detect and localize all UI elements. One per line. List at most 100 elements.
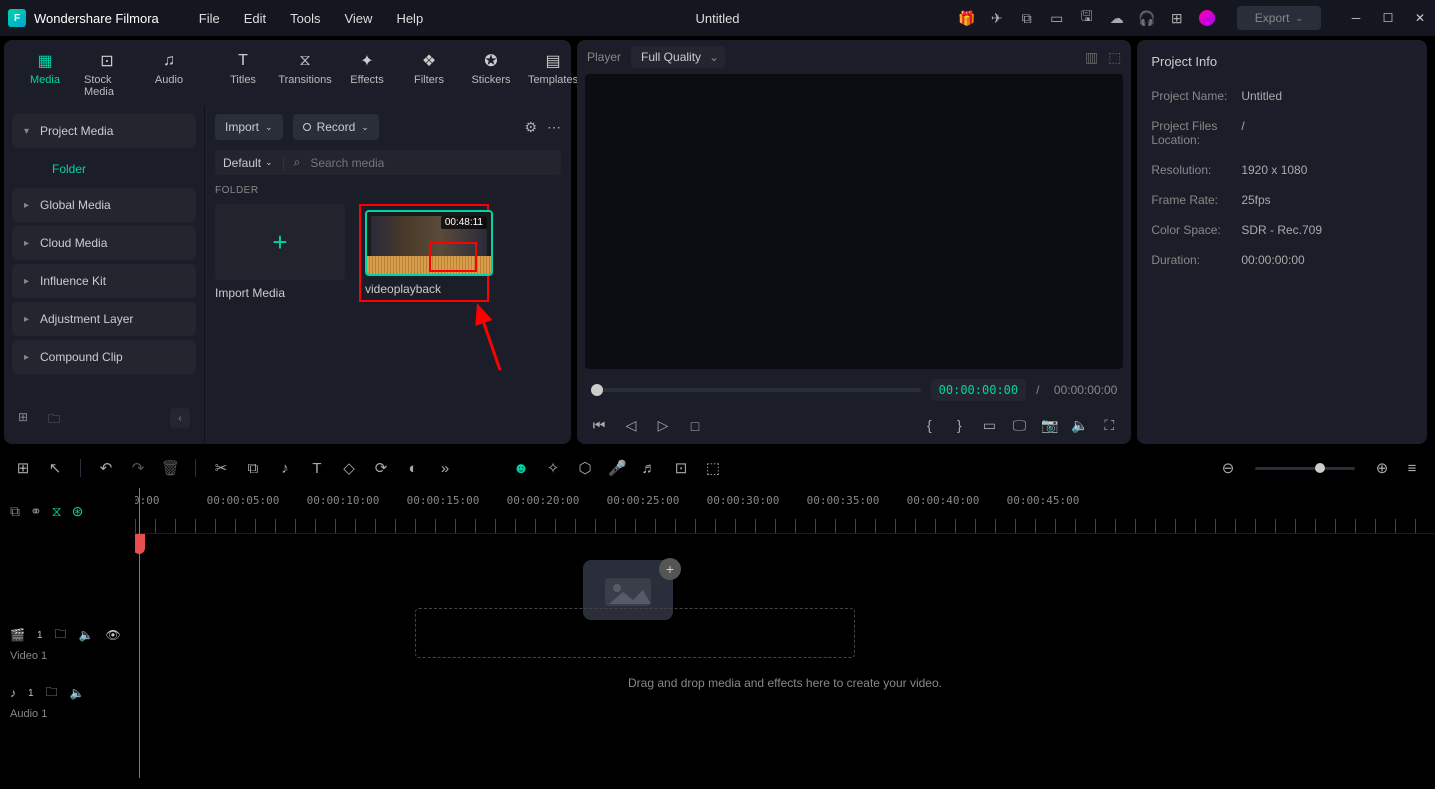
picture-icon[interactable]: ⊡ bbox=[672, 459, 690, 477]
photo-icon[interactable]: ⬚ bbox=[1108, 49, 1121, 66]
sidebar-global-media[interactable]: ▸Global Media bbox=[12, 188, 196, 222]
folder-icon[interactable]: 🗀 bbox=[46, 683, 58, 704]
sidebar-adjustment-layer[interactable]: ▸Adjustment Layer bbox=[12, 302, 196, 336]
sidebar-influence-kit[interactable]: ▸Influence Kit bbox=[12, 264, 196, 298]
ratio-icon[interactable]: ▭ bbox=[981, 417, 997, 434]
marker-icon[interactable]: ⊛ bbox=[72, 503, 84, 520]
tab-stock[interactable]: ⊡Stock Media bbox=[80, 50, 134, 100]
gift-icon[interactable]: 🎁 bbox=[959, 10, 975, 26]
import-dropdown[interactable]: Import⌄ bbox=[215, 114, 283, 140]
layout-icon[interactable]: ⊞ bbox=[14, 459, 32, 477]
minimize-button[interactable]: ─ bbox=[1349, 11, 1363, 25]
tab-titles[interactable]: TTitles bbox=[216, 50, 270, 100]
tab-stickers[interactable]: ✪Stickers bbox=[464, 50, 518, 100]
caption-icon[interactable]: ⬚ bbox=[704, 459, 722, 477]
close-button[interactable]: ✕ bbox=[1413, 11, 1427, 25]
sidebar-project-media[interactable]: ▾Project Media bbox=[12, 114, 196, 148]
timeline-ruler[interactable]: 00:0000:00:05:0000:00:10:0000:00:15:0000… bbox=[135, 488, 1435, 534]
new-folder-icon[interactable]: ⊞ bbox=[18, 410, 34, 426]
tab-filters[interactable]: ❖Filters bbox=[402, 50, 456, 100]
sidebar-compound-clip[interactable]: ▸Compound Clip bbox=[12, 340, 196, 374]
delete-icon[interactable]: 🗑 bbox=[161, 459, 179, 477]
fullscreen-icon[interactable]: ⛶ bbox=[1101, 417, 1117, 434]
menu-help[interactable]: Help bbox=[396, 11, 423, 26]
undo-icon[interactable]: ↶ bbox=[97, 459, 115, 477]
timeline-body[interactable]: 00:0000:00:05:0000:00:10:0000:00:15:0000… bbox=[135, 488, 1435, 778]
tab-audio[interactable]: ♫Audio bbox=[142, 50, 196, 100]
step-back-icon[interactable]: ◁ bbox=[623, 417, 639, 434]
redo-icon[interactable]: ↷ bbox=[129, 459, 147, 477]
zoom-handle[interactable] bbox=[1315, 463, 1325, 473]
save-icon[interactable]: 🖫 bbox=[1079, 10, 1095, 26]
export-button[interactable]: Export⌄ bbox=[1237, 6, 1321, 30]
play-icon[interactable]: ▷ bbox=[655, 417, 671, 434]
zoom-in-icon[interactable]: ⊕ bbox=[1373, 459, 1391, 477]
video-track-header[interactable]: 🎬1 🗀 🔈 👁 Video 1 bbox=[0, 614, 135, 672]
sidebar-cloud-media[interactable]: ▸Cloud Media bbox=[12, 226, 196, 260]
audio-track-header[interactable]: ♪1 🗀 🔈 Audio 1 bbox=[0, 672, 135, 730]
headphone-icon[interactable]: 🎧 bbox=[1139, 10, 1155, 26]
more-icon[interactable]: ⋯ bbox=[547, 119, 561, 136]
sort-dropdown[interactable]: Default⌄ bbox=[223, 156, 284, 170]
compare-icon[interactable]: ▥ bbox=[1085, 49, 1098, 66]
mark-in-icon[interactable]: { bbox=[921, 417, 937, 434]
shield-icon[interactable]: ⬡ bbox=[576, 459, 594, 477]
drop-zone[interactable] bbox=[415, 608, 855, 658]
mic-icon[interactable]: 🎤 bbox=[608, 459, 626, 477]
zoom-out-icon[interactable]: ⊖ bbox=[1219, 459, 1237, 477]
track-options-icon[interactable]: ≡ bbox=[1403, 460, 1421, 477]
search-input[interactable] bbox=[310, 156, 553, 170]
import-media-card[interactable]: + bbox=[215, 204, 345, 280]
color-icon[interactable]: ◐ bbox=[404, 460, 422, 477]
enhance-icon[interactable]: ✧ bbox=[544, 459, 562, 477]
mute-icon[interactable]: 🔈 bbox=[79, 628, 94, 642]
playhead[interactable] bbox=[139, 488, 140, 778]
speed-icon[interactable]: ⟳ bbox=[372, 459, 390, 477]
ai-icon[interactable]: ☻ bbox=[512, 460, 530, 477]
zoom-slider[interactable] bbox=[1255, 467, 1355, 470]
volume-icon[interactable]: 🔈 bbox=[1071, 417, 1087, 434]
maximize-button[interactable]: ☐ bbox=[1381, 11, 1395, 25]
sidebar-folder[interactable]: Folder bbox=[12, 152, 196, 186]
menu-file[interactable]: File bbox=[199, 11, 220, 26]
tab-effects[interactable]: ✦Effects bbox=[340, 50, 394, 100]
cut-icon[interactable]: ✂ bbox=[212, 459, 230, 477]
cloud-icon[interactable]: ☁ bbox=[1109, 10, 1125, 26]
folder-icon[interactable]: 🗀 bbox=[48, 410, 64, 426]
grid-icon[interactable]: ⊞ bbox=[1169, 10, 1185, 26]
avatar-icon[interactable] bbox=[1199, 10, 1215, 26]
quality-dropdown[interactable]: Full Quality bbox=[631, 46, 725, 68]
record-dropdown[interactable]: Record⌄ bbox=[293, 114, 379, 140]
music-icon[interactable]: ♪ bbox=[276, 460, 294, 477]
magnet-icon[interactable]: ⧖ bbox=[52, 503, 62, 520]
scrubber[interactable] bbox=[591, 388, 921, 392]
menu-view[interactable]: View bbox=[344, 11, 372, 26]
select-icon[interactable]: ↖ bbox=[46, 459, 64, 477]
mute-icon[interactable]: 🔈 bbox=[70, 686, 85, 700]
snapshot-icon[interactable]: 📷 bbox=[1041, 417, 1057, 434]
crop-icon[interactable]: ⧉ bbox=[244, 460, 262, 477]
tab-templates[interactable]: ▤Templates bbox=[526, 50, 580, 100]
tab-transitions[interactable]: ⧖Transitions bbox=[278, 50, 332, 100]
keyframe-icon[interactable]: ◇ bbox=[340, 459, 358, 477]
send-icon[interactable]: ✈ bbox=[989, 10, 1005, 26]
collapse-button[interactable]: ‹ bbox=[170, 408, 190, 428]
clip-thumbnail[interactable]: 00:48:11 bbox=[365, 210, 493, 276]
more-tools-icon[interactable]: » bbox=[436, 460, 454, 477]
text-icon[interactable]: T bbox=[308, 460, 326, 477]
mark-out-icon[interactable]: } bbox=[951, 417, 967, 434]
screen-icon[interactable]: ▭ bbox=[1049, 10, 1065, 26]
folder-icon[interactable]: 🗀 bbox=[55, 625, 67, 646]
prev-frame-icon[interactable]: ⏮ bbox=[591, 417, 607, 434]
track-add-icon[interactable]: ⧉ bbox=[10, 503, 20, 520]
audio-beat-icon[interactable]: ♬ bbox=[640, 460, 658, 477]
eye-icon[interactable]: 👁 bbox=[105, 628, 120, 642]
menu-edit[interactable]: Edit bbox=[244, 11, 266, 26]
scrubber-handle[interactable] bbox=[591, 384, 603, 396]
filter-icon[interactable]: ⚙ bbox=[524, 119, 537, 136]
stop-icon[interactable]: □ bbox=[687, 418, 703, 434]
link-icon[interactable]: ⚭ bbox=[30, 503, 42, 520]
preview-viewport[interactable] bbox=[585, 74, 1123, 369]
menu-tools[interactable]: Tools bbox=[290, 11, 320, 26]
tab-media[interactable]: ▦Media bbox=[18, 50, 72, 100]
